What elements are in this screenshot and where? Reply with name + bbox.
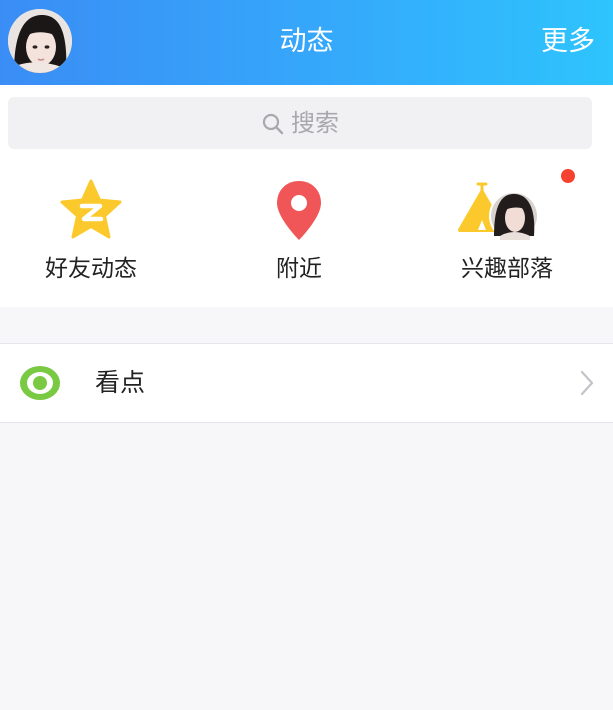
list-item-kandian[interactable]: 看点 <box>0 343 613 423</box>
search-placeholder: 搜索 <box>291 109 339 137</box>
shortcut-label: 好友动态 <box>45 256 137 282</box>
tribe-tent-icon <box>458 182 539 241</box>
page-title: 动态 <box>279 26 334 57</box>
location-pin-icon <box>277 181 321 240</box>
qzone-star-icon <box>60 179 122 239</box>
shortcut-friend-feed[interactable]: 好友动态 <box>0 170 191 290</box>
shortcut-interest-tribe[interactable]: 兴趣部落 <box>407 169 607 290</box>
notification-dot <box>561 169 575 183</box>
search-icon <box>262 113 284 135</box>
more-button[interactable]: 更多 <box>541 22 595 62</box>
shortcut-label: 附近 <box>276 256 322 282</box>
chevron-right-icon <box>580 370 594 396</box>
search-bar[interactable]: 搜索 <box>8 97 592 149</box>
top-bar: 动态 更多 <box>0 0 613 85</box>
shortcut-nearby[interactable]: 附近 <box>199 170 399 290</box>
eye-icon <box>20 366 60 400</box>
shortcut-label: 兴趣部落 <box>461 256 553 282</box>
list-item-label: 看点 <box>95 368 146 397</box>
section-divider <box>0 307 613 343</box>
